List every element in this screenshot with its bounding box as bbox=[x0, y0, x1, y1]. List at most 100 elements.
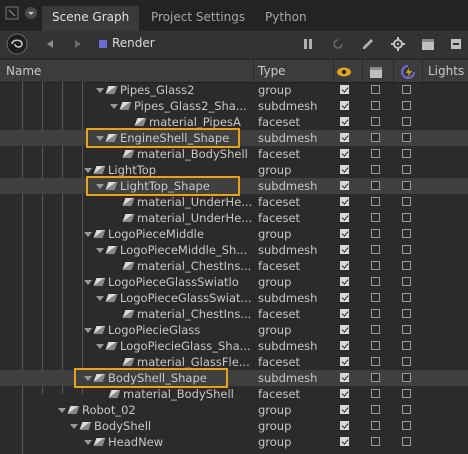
tree-row[interactable]: material_UnderHe... faceset bbox=[0, 210, 468, 226]
render-checkbox[interactable] bbox=[371, 85, 380, 94]
visibility-checkbox[interactable] bbox=[340, 101, 349, 110]
lighting-checkbox[interactable] bbox=[402, 309, 411, 318]
expand-triangle-icon[interactable] bbox=[110, 104, 118, 109]
tab-scene-graph[interactable]: Scene Graph bbox=[42, 6, 140, 31]
back-arrow-icon[interactable] bbox=[45, 35, 55, 53]
type-column-header[interactable]: Type bbox=[258, 60, 286, 82]
tree-row[interactable]: LogoPieceMiddle_Sh... subdmesh bbox=[0, 242, 468, 258]
tree-row[interactable]: material_ChestIns... faceset bbox=[0, 258, 468, 274]
expand-triangle-icon[interactable] bbox=[58, 408, 66, 413]
tree-row[interactable]: LogoPiecieGlass group bbox=[0, 322, 468, 338]
expand-triangle-icon[interactable] bbox=[96, 296, 104, 301]
visibility-checkbox[interactable] bbox=[340, 421, 349, 430]
visibility-eye-icon[interactable] bbox=[336, 64, 352, 78]
render-column-clapper-icon[interactable] bbox=[369, 64, 383, 78]
lighting-checkbox[interactable] bbox=[402, 149, 411, 158]
lighting-checkbox[interactable] bbox=[402, 325, 411, 334]
render-checkbox[interactable] bbox=[371, 405, 380, 414]
visibility-checkbox[interactable] bbox=[340, 245, 349, 254]
pencil-icon[interactable] bbox=[360, 35, 376, 53]
visibility-checkbox[interactable] bbox=[340, 149, 349, 158]
visibility-checkbox[interactable] bbox=[340, 197, 349, 206]
tree-row[interactable]: material_GlassFle... faceset bbox=[0, 354, 468, 370]
lighting-checkbox[interactable] bbox=[402, 165, 411, 174]
refresh-icon[interactable] bbox=[330, 35, 346, 53]
render-checkbox[interactable] bbox=[371, 245, 380, 254]
render-checkbox[interactable] bbox=[371, 325, 380, 334]
tree-row[interactable]: Pipes_Glass2 group bbox=[0, 82, 468, 98]
expand-triangle-icon[interactable] bbox=[96, 344, 104, 349]
visibility-checkbox[interactable] bbox=[340, 309, 349, 318]
visibility-checkbox[interactable] bbox=[340, 437, 349, 446]
render-checkbox[interactable] bbox=[371, 165, 380, 174]
render-checkbox[interactable] bbox=[371, 229, 380, 238]
expand-triangle-icon[interactable] bbox=[96, 248, 104, 253]
render-checkbox[interactable] bbox=[371, 437, 380, 446]
render-checkbox[interactable] bbox=[371, 101, 380, 110]
expand-triangle-icon[interactable] bbox=[96, 88, 104, 93]
name-column-header[interactable]: Name bbox=[6, 60, 41, 82]
lighting-checkbox[interactable] bbox=[402, 277, 411, 286]
lighting-checkbox[interactable] bbox=[402, 229, 411, 238]
pane-menu-icon[interactable] bbox=[5, 6, 19, 20]
visibility-checkbox[interactable] bbox=[340, 165, 349, 174]
tree-row[interactable]: material_UnderHe... faceset bbox=[0, 194, 468, 210]
tab-python[interactable]: Python bbox=[255, 6, 317, 31]
collapse-icon[interactable] bbox=[448, 35, 464, 53]
tree-row[interactable]: Pipes_Glass2_Sha... subdmesh bbox=[0, 98, 468, 114]
lighting-column-icon[interactable] bbox=[400, 64, 416, 79]
lighting-checkbox[interactable] bbox=[402, 133, 411, 142]
tree-row[interactable]: material_BodyShell faceset bbox=[0, 386, 468, 402]
render-checkbox[interactable] bbox=[371, 277, 380, 286]
clapper-icon[interactable] bbox=[420, 35, 436, 53]
visibility-checkbox[interactable] bbox=[340, 229, 349, 238]
lighting-checkbox[interactable] bbox=[402, 101, 411, 110]
lighting-checkbox[interactable] bbox=[402, 373, 411, 382]
render-checkbox[interactable] bbox=[371, 389, 380, 398]
tree-row[interactable]: material_ChestIns... faceset bbox=[0, 306, 468, 322]
tree-row-selected[interactable]: BodyShell_Shape subdmesh bbox=[0, 370, 468, 386]
expand-triangle-icon[interactable] bbox=[84, 232, 92, 237]
lighting-checkbox[interactable] bbox=[402, 437, 411, 446]
render-checkbox[interactable] bbox=[371, 197, 380, 206]
tree-row[interactable]: HeadNew group bbox=[0, 434, 468, 450]
lighting-checkbox[interactable] bbox=[402, 213, 411, 222]
lighting-checkbox[interactable] bbox=[402, 405, 411, 414]
tree-row[interactable]: material_BodyShell faceset bbox=[0, 146, 468, 162]
tree-row[interactable]: LogoPieceGlassSwiat... subdmesh bbox=[0, 290, 468, 306]
lighting-checkbox[interactable] bbox=[402, 197, 411, 206]
render-checkbox[interactable] bbox=[371, 117, 380, 126]
expand-triangle-icon[interactable] bbox=[70, 424, 78, 429]
lighting-checkbox[interactable] bbox=[402, 341, 411, 350]
render-checkbox[interactable] bbox=[371, 149, 380, 158]
lighting-checkbox[interactable] bbox=[402, 85, 411, 94]
expand-triangle-icon[interactable] bbox=[84, 280, 92, 285]
expand-triangle-icon[interactable] bbox=[84, 168, 92, 173]
visibility-checkbox[interactable] bbox=[340, 261, 349, 270]
tree-row[interactable]: Robot_02 group bbox=[0, 402, 468, 418]
visibility-checkbox[interactable] bbox=[340, 181, 349, 190]
visibility-checkbox[interactable] bbox=[340, 341, 349, 350]
visibility-checkbox[interactable] bbox=[340, 293, 349, 302]
visibility-checkbox[interactable] bbox=[340, 405, 349, 414]
render-checkbox[interactable] bbox=[371, 181, 380, 190]
visibility-checkbox[interactable] bbox=[340, 389, 349, 398]
expand-triangle-icon[interactable] bbox=[84, 440, 92, 445]
lighting-checkbox[interactable] bbox=[402, 117, 411, 126]
visibility-checkbox[interactable] bbox=[340, 357, 349, 366]
lighting-checkbox[interactable] bbox=[402, 245, 411, 254]
tree-row[interactable]: LogoPiecieGlass_Sha... subdmesh bbox=[0, 338, 468, 354]
forward-arrow-icon[interactable] bbox=[73, 35, 83, 53]
expand-triangle-icon[interactable] bbox=[84, 328, 92, 333]
visibility-checkbox[interactable] bbox=[340, 325, 349, 334]
tree-row[interactable]: BodyShell group bbox=[0, 418, 468, 434]
render-checkbox[interactable] bbox=[371, 421, 380, 430]
lighting-checkbox[interactable] bbox=[402, 261, 411, 270]
gear-icon[interactable] bbox=[390, 35, 406, 53]
visibility-checkbox[interactable] bbox=[340, 373, 349, 382]
lights-column-header[interactable]: Lights bbox=[428, 60, 464, 82]
visibility-checkbox[interactable] bbox=[340, 85, 349, 94]
visibility-checkbox[interactable] bbox=[340, 277, 349, 286]
tree-row[interactable]: LogoPieceGlassSwiatlo group bbox=[0, 274, 468, 290]
render-checkbox[interactable] bbox=[371, 357, 380, 366]
